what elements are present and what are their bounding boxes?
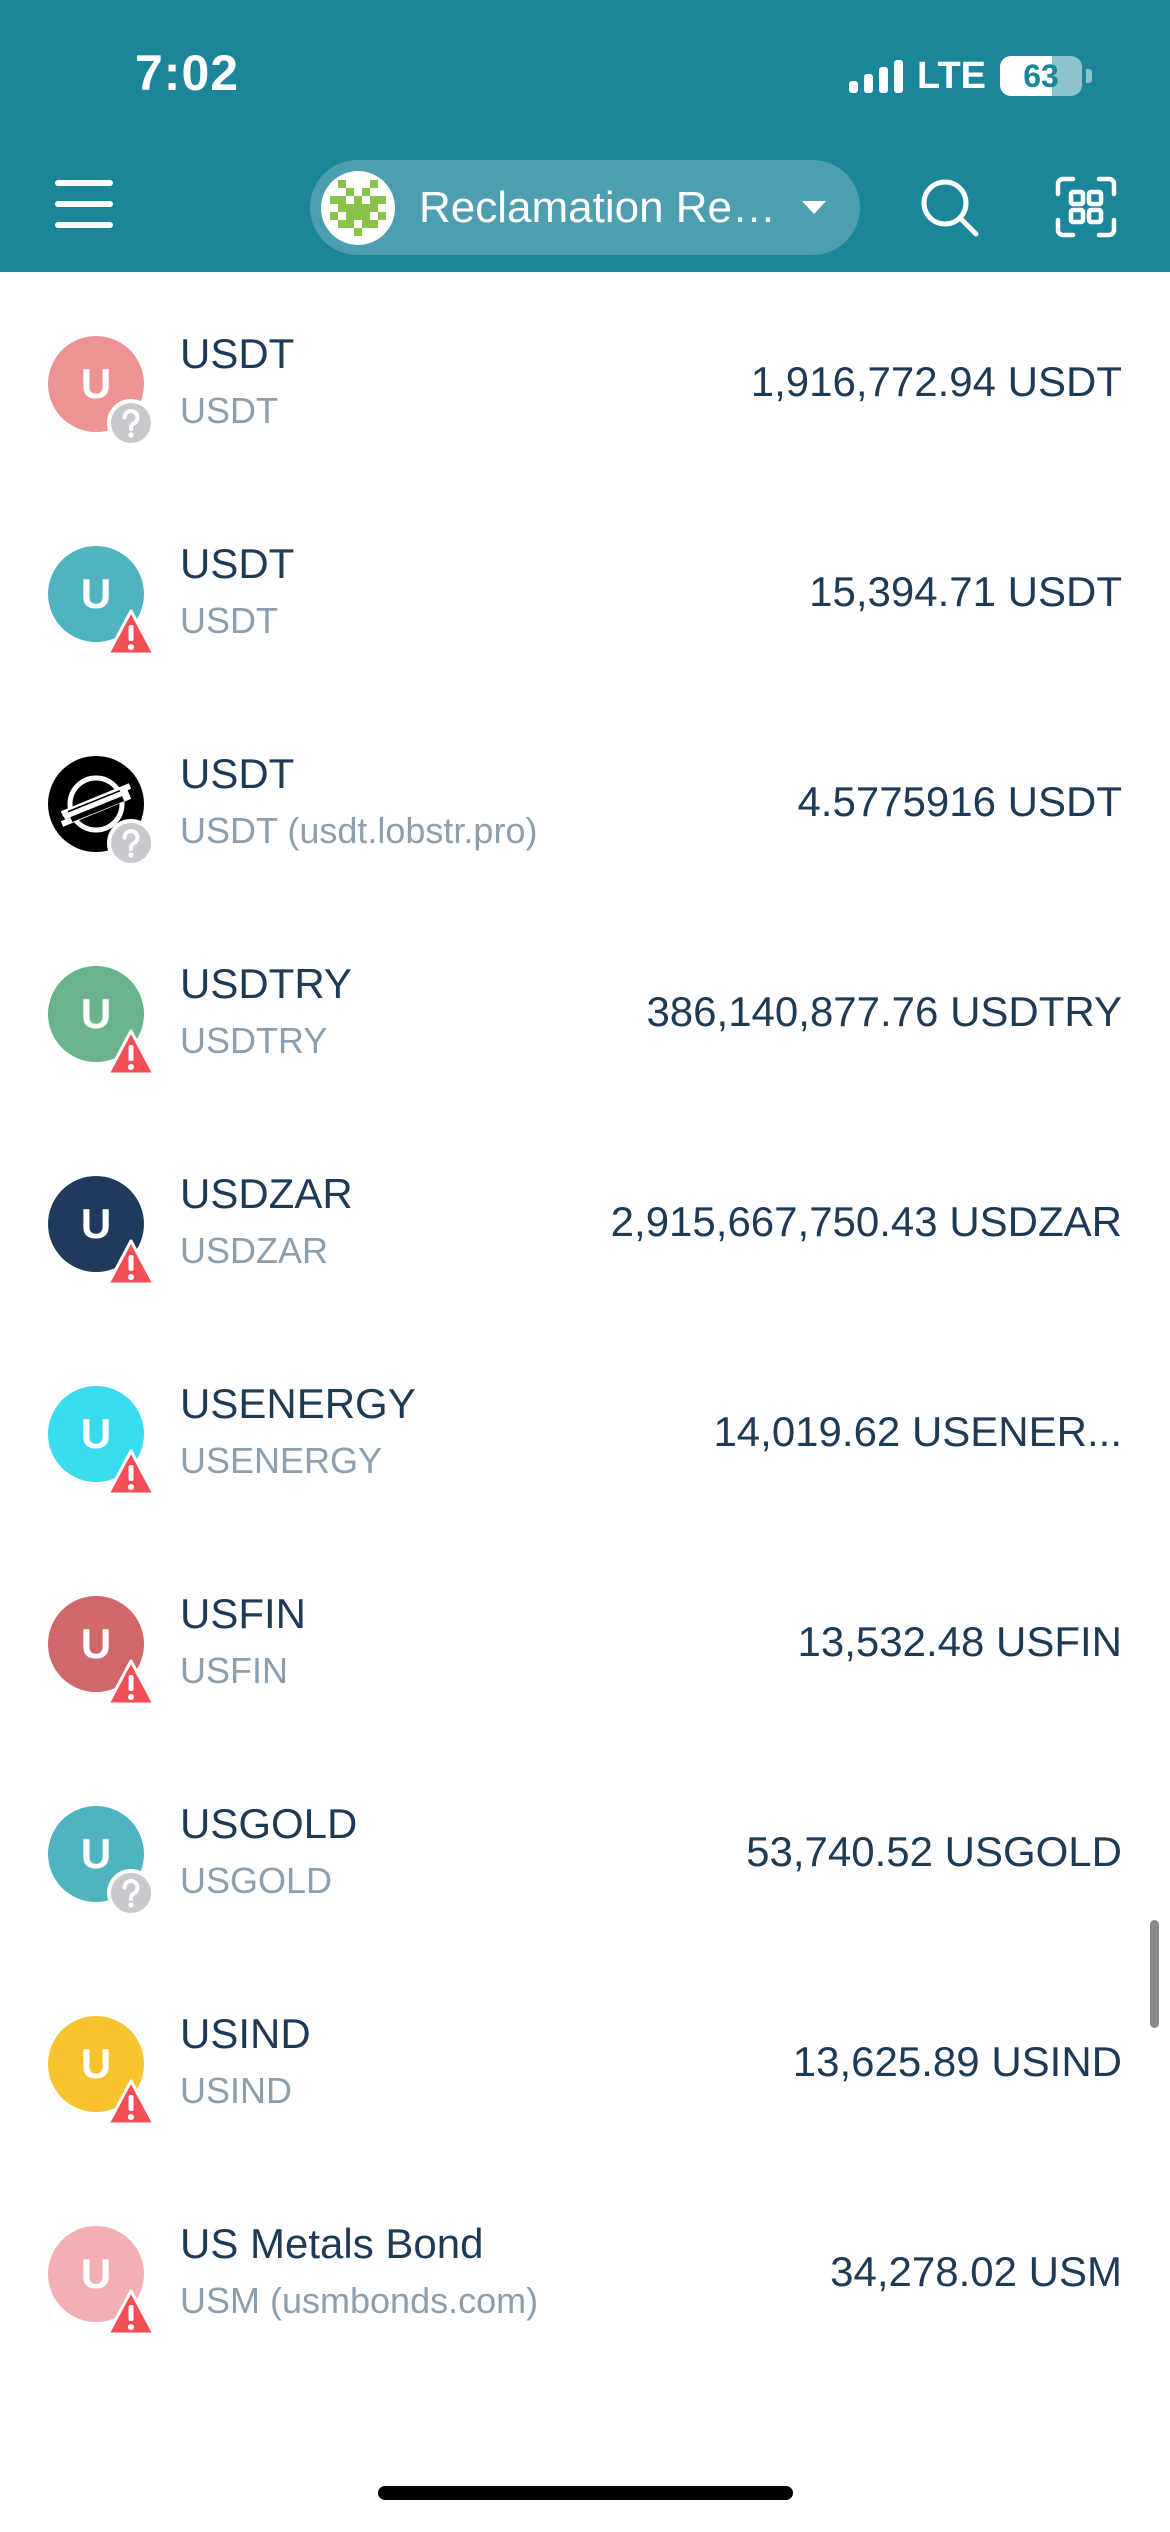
list-item[interactable]: U USDZAR USDZAR 2,915,667,750.43 USDZAR	[0, 1112, 1170, 1322]
token-subtitle: USDT	[180, 390, 278, 431]
qr-scan-icon[interactable]	[1055, 176, 1117, 238]
token-subtitle: USDT	[180, 600, 278, 641]
list-item[interactable]: U USDTRY USDTRY 386,140,877.76 USDTRY	[0, 902, 1170, 1112]
list-item[interactable]: U USDT USDT 15,394.71 USDT	[0, 482, 1170, 692]
token-balance: 2,915,667,750.43 USDZAR	[610, 1198, 1122, 1245]
list-item[interactable]: U USENERGY USENERGY 14,019.62 USENER...	[0, 1322, 1170, 1532]
token-name: USENERGY	[180, 1380, 416, 1427]
token-subtitle: USDZAR	[180, 1230, 329, 1271]
token-balance: 4.5775916 USDT	[797, 778, 1122, 825]
token-name: USFIN	[180, 1590, 306, 1637]
status-time: 7:02	[135, 45, 240, 101]
chevron-down-icon	[802, 201, 827, 214]
token-name: USDT	[180, 750, 295, 797]
token-name: USGOLD	[180, 1800, 358, 1847]
token-balance: 13,532.48 USFIN	[797, 1618, 1122, 1665]
menu-icon[interactable]	[55, 180, 113, 228]
token-balance: 15,394.71 USDT	[809, 568, 1122, 615]
warning-icon	[106, 608, 156, 658]
token-name: USDT	[180, 540, 295, 587]
list-item[interactable]: USDT USDT (usdt.lobstr.pro) 4.5775916 US…	[0, 692, 1170, 902]
token-balance: 1,916,772.94 USDT	[750, 358, 1122, 405]
list-item[interactable]: U USFIN USFIN 13,532.48 USFIN	[0, 1532, 1170, 1742]
token-subtitle: USDTRY	[180, 1020, 328, 1061]
token-subtitle: USM (usmbonds.com)	[180, 2280, 539, 2321]
list-item[interactable]: U USGOLD USGOLD 53,740.52 USGOLD	[0, 1742, 1170, 1952]
account-name: Reclamation Re…	[419, 182, 777, 232]
unknown-icon	[106, 1868, 156, 1918]
token-balance: 53,740.52 USGOLD	[746, 1828, 1122, 1875]
list-item[interactable]: U US Metals Bond USM (usmbonds.com) 34,2…	[0, 2162, 1170, 2372]
battery-tip	[1086, 69, 1092, 83]
top-app-bar: 7:02 LTE 63 Reclamation Re…	[0, 0, 1170, 272]
token-balance: 14,019.62 USENER...	[713, 1408, 1122, 1455]
token-name: USIND	[180, 2010, 311, 2057]
cellular-signal-icon	[849, 59, 904, 93]
list-item[interactable]: U USIND USIND 13,625.89 USIND	[0, 1952, 1170, 2162]
warning-icon	[106, 1448, 156, 1498]
scrollbar[interactable]	[1150, 1920, 1159, 2028]
token-subtitle: USGOLD	[180, 1860, 333, 1901]
token-balance: 386,140,877.76 USDTRY	[646, 988, 1122, 1035]
warning-icon	[106, 1028, 156, 1078]
warning-icon	[106, 1658, 156, 1708]
account-avatar-icon	[321, 170, 395, 245]
status-indicators: LTE 63	[849, 52, 1092, 100]
token-balance: 34,278.02 USM	[830, 2248, 1122, 2295]
token-subtitle: USDT (usdt.lobstr.pro)	[180, 810, 538, 851]
unknown-icon	[106, 398, 156, 448]
warning-icon	[106, 2078, 156, 2128]
unknown-icon	[106, 818, 156, 868]
token-name: US Metals Bond	[180, 2220, 484, 2267]
token-subtitle: USENERGY	[180, 1440, 383, 1481]
token-name: USDTRY	[180, 960, 352, 1007]
account-switcher[interactable]: Reclamation Re…	[310, 160, 860, 255]
token-balance: 13,625.89 USIND	[792, 2038, 1122, 2085]
token-subtitle: USIND	[180, 2070, 293, 2111]
battery-icon: 63	[1000, 56, 1082, 96]
search-icon[interactable]	[918, 176, 980, 238]
home-indicator[interactable]	[378, 2486, 793, 2500]
token-name: USDT	[180, 330, 295, 377]
list-item[interactable]: U USDT USDT 1,916,772.94 USDT	[0, 272, 1170, 482]
token-name: USDZAR	[180, 1170, 353, 1217]
battery-percent: 63	[1023, 58, 1059, 94]
warning-icon	[106, 2288, 156, 2338]
warning-icon	[106, 1238, 156, 1288]
token-subtitle: USFIN	[180, 1650, 288, 1691]
network-type: LTE	[917, 54, 986, 97]
